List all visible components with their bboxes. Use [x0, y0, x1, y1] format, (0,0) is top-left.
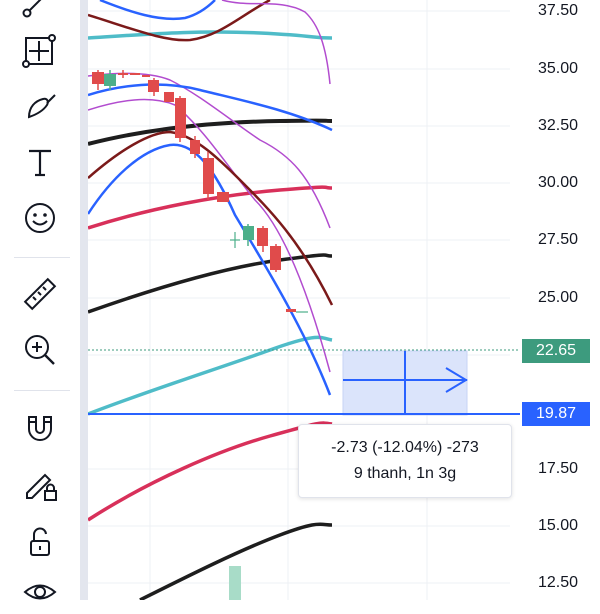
- lock-drawing-tool-icon: [26, 473, 57, 501]
- text-tool-icon: [29, 149, 51, 177]
- axis-tick: 32.50: [537, 117, 578, 134]
- fib-tool-icon: [22, 34, 56, 68]
- eye-tool[interactable]: [15, 570, 65, 614]
- brush-tool[interactable]: [15, 84, 65, 128]
- emoji-tool-icon: [25, 203, 55, 233]
- axis-tick: 30.00: [537, 174, 578, 191]
- volume-bar: [229, 566, 241, 600]
- lock-drawing-tool[interactable]: [15, 462, 65, 506]
- eye-tool-icon: [23, 584, 57, 600]
- black-line-upper: [88, 118, 333, 146]
- fib-tool[interactable]: [15, 28, 65, 72]
- magnet-tool[interactable]: [15, 406, 65, 450]
- zoom-in-tool[interactable]: [15, 328, 65, 372]
- ruler-tool-icon: [23, 277, 57, 311]
- brush-tool-icon: [27, 94, 56, 119]
- price-chart[interactable]: [88, 0, 600, 600]
- measure-box[interactable]: [342, 350, 468, 416]
- black-line-middle: [88, 253, 333, 314]
- trend-line-tool-icon: [22, 0, 42, 18]
- ruler-tool[interactable]: [15, 272, 65, 316]
- purple-line-lower: [88, 98, 331, 373]
- teal-line-middle: [88, 335, 333, 416]
- pink-line-lower: [88, 421, 333, 522]
- unlock-tool[interactable]: [15, 520, 65, 564]
- emoji-tool[interactable]: [15, 196, 65, 240]
- measure-change-text: -2.73 (-12.04%) -273: [331, 439, 479, 456]
- drawing-toolbar: [0, 0, 80, 600]
- axis-tick: 12.50: [537, 574, 578, 591]
- axis-tick: 27.50: [537, 231, 578, 248]
- axis-tick: 35.00: [537, 60, 578, 77]
- axis-tick: 37.50: [537, 2, 578, 19]
- unlock-tool-icon: [30, 527, 50, 556]
- current-price-tag: 22.65: [522, 339, 590, 363]
- toolbar-edge[interactable]: [80, 0, 88, 600]
- axis-tick: 17.50: [537, 460, 578, 477]
- axis-tick: 25.00: [537, 289, 578, 306]
- measure-span-text: 9 thanh, 1n 3g: [353, 465, 457, 482]
- measure-price-tag: 19.87: [522, 402, 590, 426]
- trend-line-tool[interactable]: [15, 0, 65, 22]
- magnet-tool-icon: [28, 416, 52, 441]
- zoom-in-tool-icon: [25, 335, 55, 365]
- blue-top-line: [99, 0, 216, 21]
- toolbar-separator: [14, 257, 70, 258]
- measure-tooltip: -2.73 (-12.04%) -273 9 thanh, 1n 3g: [298, 424, 512, 498]
- axis-tick: 15.00: [537, 517, 578, 534]
- text-tool[interactable]: [15, 140, 65, 184]
- toolbar-separator: [14, 390, 70, 391]
- purple-top-line: [221, 0, 331, 85]
